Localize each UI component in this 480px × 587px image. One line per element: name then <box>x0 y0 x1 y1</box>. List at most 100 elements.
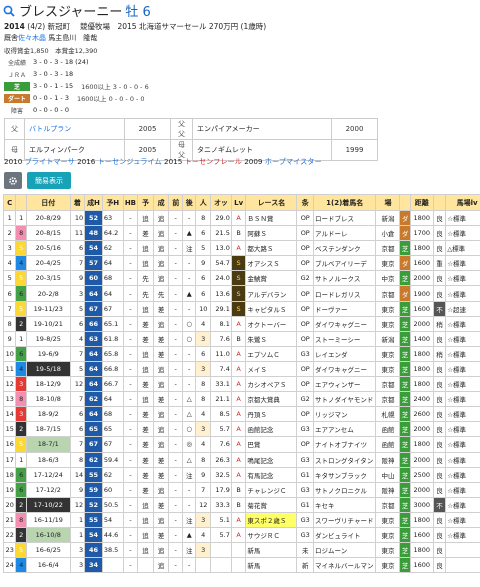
winner-name[interactable]: キセキ <box>313 496 377 513</box>
race-name-link[interactable]: メイＳ <box>245 360 298 378</box>
column-header[interactable]: 日付 <box>25 194 71 211</box>
race-row[interactable]: 8 2 19-10/21 6 66 65.1- 差追 - ○ 4 8.1 A オクトーバー OP ダイワキャ… <box>3 315 480 332</box>
winner-name[interactable]: レイエンダ <box>313 345 377 362</box>
race-name-link[interactable]: 鳴尾記念 <box>245 451 298 468</box>
race-name-link[interactable]: 新馬 <box>245 542 298 559</box>
race-row[interactable]: 4 4 20-4/25 7 57 64- 追追 - -9 54.7 S オアシスＳ OP ブルベアイリーデ… <box>3 255 480 272</box>
race-row[interactable]: 1 1 20-8/29 10 52 63- 追追 - -8 29.0 A ＢＳＮ賞 OP ロードブレス 新潟… <box>3 209 480 227</box>
race-name-link[interactable]: 巴賞 <box>245 436 298 453</box>
winner-name[interactable]: エアウィンザー <box>313 376 377 393</box>
winner-name[interactable]: エアアンセム <box>313 421 377 438</box>
column-header[interactable]: 場 <box>375 194 401 211</box>
column-header[interactable]: 後 <box>181 194 197 211</box>
winner-name[interactable]: ロードレガリス <box>313 285 377 302</box>
race-row[interactable]: 5 5 20-3/15 9 60 68- 先追 - -6 24.0 S 金鯱賞 G2 サトノルークス 中京芝… <box>3 270 480 287</box>
settings-button[interactable] <box>4 172 22 189</box>
race-date[interactable]: 19-8/25 <box>25 330 71 347</box>
winner-name[interactable]: スワーヴリチャード <box>313 511 377 528</box>
race-name-link[interactable]: 丹頂Ｓ <box>245 406 298 423</box>
race-date[interactable]: 17-10/22 <box>25 496 71 513</box>
race-row[interactable]: 18 6 17-12/24 14 55 62- 差差 - 注 9 32.5 A 有馬記念 G1 キタサンブラ… <box>3 466 480 483</box>
column-header[interactable]: オッ <box>210 194 232 211</box>
race-name-link[interactable]: 金鯱賞 <box>245 270 298 287</box>
race-row[interactable]: 15 2 18-7/15 6 65 65- 差追 - ○ 3 5.7 A 函館記念 G3 エアアンセム 函館芝… <box>3 421 480 438</box>
winner-name[interactable]: ナイトオブナイツ <box>313 436 377 453</box>
race-row[interactable]: 21 8 16-11/19 1 55 54- 追追 - 注 3 5.1 A 東スポ２歳Ｓ G3 スワーヴリチ… <box>3 511 480 528</box>
race-date[interactable]: 20-8/29 <box>25 209 71 227</box>
column-header[interactable]: 条 <box>296 194 315 211</box>
race-name-link[interactable]: エプソムＣ <box>245 345 298 362</box>
column-header[interactable] <box>432 194 447 211</box>
winner-name[interactable]: ベステンダンク <box>313 240 377 257</box>
column-header[interactable]: 予 <box>137 194 154 211</box>
race-row[interactable]: 22 2 16-10/8 1 54 44.6- 追差 - ▲ 4 5.7 A サウジＲＣ G3 ダンビュライ… <box>3 526 480 544</box>
race-row[interactable]: 19 6 17-12/2 9 59 60- 差追 - -7 17.9 B チャレンジＣ G3 サトノクロニ… <box>3 481 480 498</box>
race-name-link[interactable]: チャレンジＣ <box>245 481 298 498</box>
winner-name[interactable]: ストーミーシー <box>313 330 377 347</box>
race-row[interactable]: 17 1 18-6/3 8 62 59.4- 差差 - △ 8 26.3 A 鳴尾記念 G3 ストロングタイ… <box>3 451 480 468</box>
column-header[interactable]: HB <box>122 194 139 211</box>
column-header[interactable] <box>399 194 411 211</box>
race-date[interactable]: 20-5/16 <box>25 240 71 257</box>
race-row[interactable]: 3 5 20-5/16 6 54 62- 追追 - 注 5 13.0 A 都大路Ｓ OP ベステンダンク 京都… <box>3 240 480 257</box>
winner-name[interactable]: ブルベアイリーデ <box>313 255 377 272</box>
sibling-link[interactable]: トーセンフレール <box>185 157 242 166</box>
winner-name[interactable]: ダイワキャグニー <box>313 360 377 378</box>
column-header[interactable]: 成 <box>152 194 170 211</box>
search-icon[interactable] <box>3 5 15 17</box>
column-header[interactable]: 予H <box>101 194 124 211</box>
reload-header[interactable]: C <box>3 194 17 211</box>
race-name-link[interactable]: 阿蘇Ｓ <box>245 225 298 242</box>
winner-name[interactable]: マイネルバールマン <box>313 557 377 574</box>
sibling-link[interactable]: ホープマイスター <box>265 157 322 166</box>
race-row[interactable]: 12 3 18-12/9 12 64 66.7- 差追 - -8 33.1 A カシオペアＳ OP エアウ… <box>3 376 480 393</box>
sire-link[interactable]: バトルプラン <box>24 118 125 140</box>
race-name-link[interactable]: オアシスＳ <box>245 255 298 272</box>
column-header[interactable]: 馬場lv <box>445 194 480 211</box>
race-row[interactable]: 14 3 18-9/2 6 64 68- 差追 - △ 4 8.5 A 丹頂Ｓ OP リッジマン 札幌芝 260… <box>3 406 480 423</box>
column-header[interactable]: レース名 <box>245 194 298 211</box>
race-row[interactable]: 24 4 16-6/4 3 34- 追 - - 新馬新マイネルバールマン 東京芝 1600 良 <box>3 557 480 574</box>
race-date[interactable]: 18-12/9 <box>25 376 71 393</box>
winner-name[interactable]: ドーヴァー <box>313 300 377 317</box>
race-name-link[interactable]: サウジＲＣ <box>245 526 298 544</box>
winner-name[interactable]: キタサンブラック <box>313 466 377 483</box>
winner-name[interactable]: ダンビュライト <box>313 526 377 544</box>
race-date[interactable]: 18-7/15 <box>25 421 71 438</box>
race-name-link[interactable]: 東スポ２歳Ｓ <box>245 511 298 528</box>
race-date[interactable]: 20-3/15 <box>25 270 71 287</box>
race-name-link[interactable]: アルデバラン <box>245 285 298 302</box>
simple-view-button[interactable]: 簡易表示 <box>27 172 71 189</box>
column-header[interactable] <box>15 194 27 211</box>
race-row[interactable]: 20 2 17-10/22 12 52 50.5- 追差 - -12 33.3 B 菊花賞 G1 キセキ京… <box>3 496 480 513</box>
race-name-link[interactable]: オクトーバー <box>245 315 298 332</box>
trainer-link[interactable]: 佐々木晶 <box>18 34 46 42</box>
race-row[interactable]: 10 6 19-6/9 7 64 65.8- 追差 - -6 11.0 A エプソムＣ G3 レイエンダ東… <box>3 345 480 362</box>
race-name-link[interactable]: キャピタルＳ <box>245 300 298 317</box>
winner-name[interactable]: リッジマン <box>313 406 377 423</box>
race-name-link[interactable]: ＢＳＮ賞 <box>245 209 298 227</box>
sibling-link[interactable]: トーセンジュライム <box>98 157 162 166</box>
winner-name[interactable]: アルドーレ <box>313 225 377 242</box>
race-date[interactable]: 17-12/2 <box>25 481 71 498</box>
winner-name[interactable]: ダイワキャグニー <box>313 315 377 332</box>
race-date[interactable]: 18-7/1 <box>25 436 71 453</box>
race-row[interactable]: 6 6 20-2/8 3 64 64- 先先 - ▲ 6 13.6 S アルデバラン OP ロードレガリス京… <box>3 285 480 302</box>
winner-name[interactable]: ストロングタイタン <box>313 451 377 468</box>
winner-name[interactable]: ロジムーン <box>313 542 377 559</box>
race-date[interactable]: 16-11/19 <box>25 511 71 528</box>
winner-name[interactable]: ロードブレス <box>313 209 377 227</box>
race-row[interactable]: 23 5 16-6/25 3 46 38.5- 追追 - 注 3 新馬未ロジムーン 東京芝 1800 良 <box>3 542 480 559</box>
race-date[interactable]: 19-11/23 <box>25 300 71 317</box>
race-date[interactable]: 19-5/18 <box>25 360 71 378</box>
race-name-link[interactable]: 新馬 <box>245 557 298 574</box>
race-date[interactable]: 20-4/25 <box>25 255 71 272</box>
column-header[interactable]: 距離 <box>409 194 434 211</box>
race-date[interactable]: 19-10/21 <box>25 315 71 332</box>
race-date[interactable]: 16-6/25 <box>25 542 71 559</box>
race-name-link[interactable]: 有馬記念 <box>245 466 298 483</box>
race-name-link[interactable]: 朱鷺Ｓ <box>245 330 298 347</box>
race-row[interactable]: 9 1 19-8/25 4 63 61.8- 差差 - ○ 3 7.6 B 朱鷺Ｓ OP ストーミーシー 新潟… <box>3 330 480 347</box>
winner-name[interactable]: サトノダイヤモンド <box>313 391 377 408</box>
column-header[interactable]: 人 <box>195 194 212 211</box>
